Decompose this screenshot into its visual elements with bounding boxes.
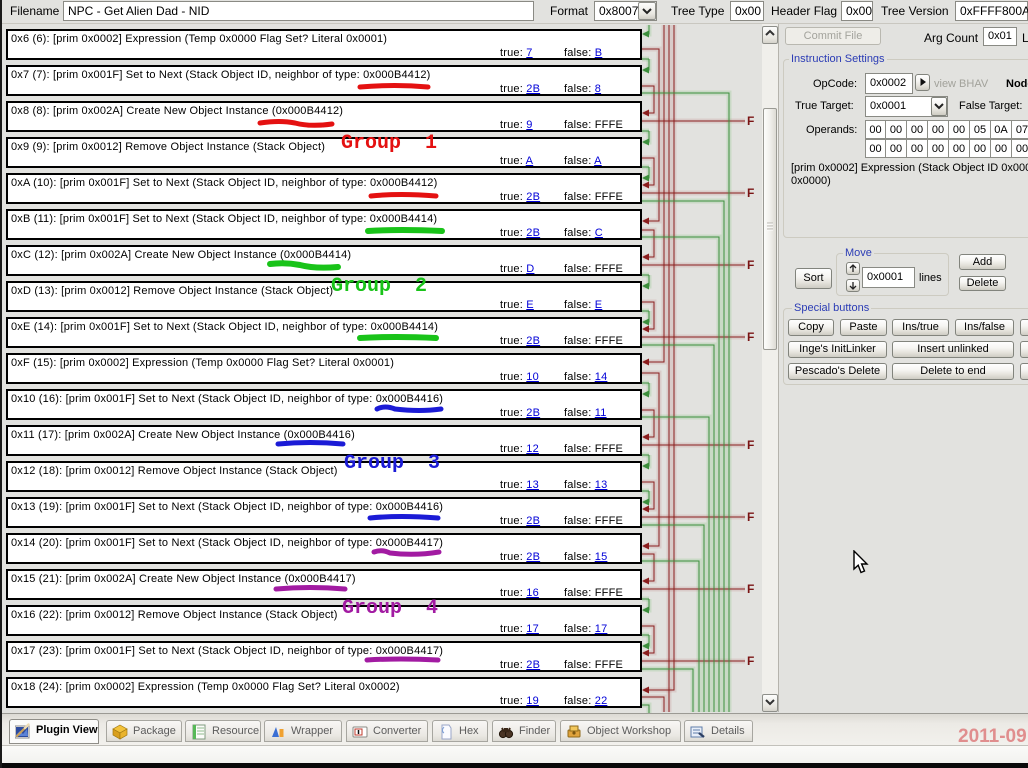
svg-text:Group 2: Group 2 [331, 275, 427, 298]
svg-text:Group 3: Group 3 [344, 452, 440, 475]
svg-text:Group 4: Group 4 [342, 597, 438, 620]
svg-text:Group 1: Group 1 [341, 132, 437, 155]
